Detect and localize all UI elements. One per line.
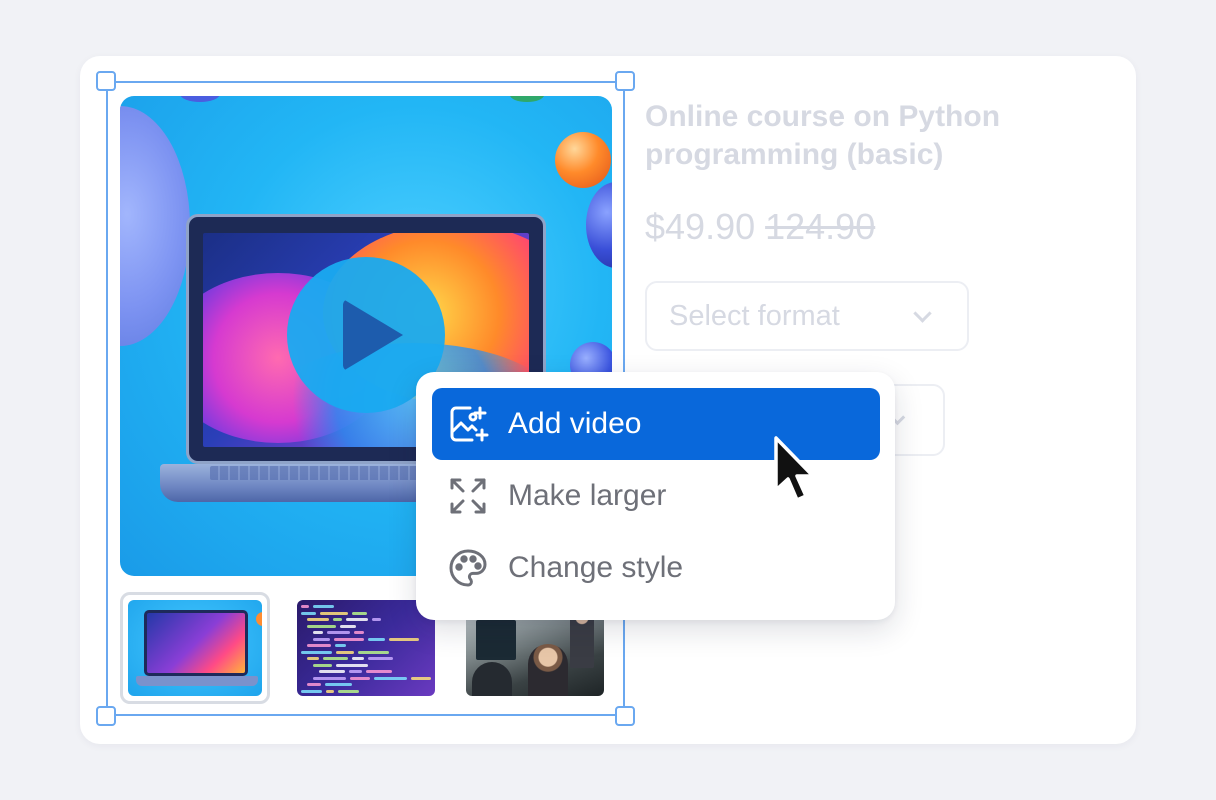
- mouse-pointer-icon: [774, 436, 815, 502]
- menu-item-label: Make larger: [508, 479, 667, 512]
- menu-item-label: Change style: [508, 551, 684, 584]
- resize-handle-bottom-right[interactable]: [615, 706, 635, 726]
- resize-handle-bottom-left[interactable]: [96, 706, 116, 726]
- price-original: 124.90: [765, 206, 876, 247]
- menu-item-label: Add video: [508, 407, 642, 440]
- price-row: $49.90 124.90: [645, 206, 875, 248]
- palette-icon: [446, 546, 490, 590]
- expand-icon: [446, 474, 490, 518]
- image-plus-icon: [446, 402, 490, 446]
- format-select[interactable]: Select format: [645, 281, 969, 351]
- resize-handle-top-left[interactable]: [96, 71, 116, 91]
- context-menu: Add video Make larger Change style: [416, 372, 895, 620]
- format-select-value: Select format: [669, 299, 840, 332]
- price-current: $49.90: [645, 206, 756, 247]
- product-title: Online course on Python programming (bas…: [645, 100, 1001, 171]
- chevron-down-icon: [913, 304, 932, 323]
- menu-item-change-style[interactable]: Change style: [432, 532, 880, 604]
- resize-handle-top-right[interactable]: [615, 71, 635, 91]
